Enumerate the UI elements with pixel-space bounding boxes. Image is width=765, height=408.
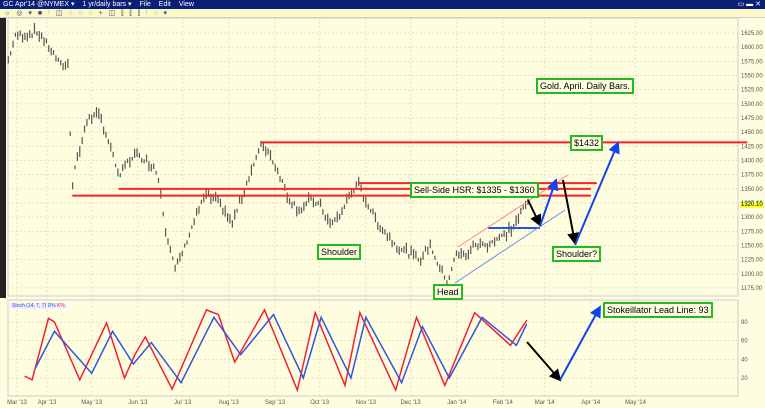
x-tick-label: Dec '13 — [400, 400, 421, 406]
left-scrollbar — [0, 18, 6, 298]
price-tick-label: 1350.00 — [741, 187, 763, 193]
price-tick-label: 1175.00 — [741, 286, 763, 292]
x-tick-label: Apr '13 — [38, 400, 57, 406]
price-tick-label: 1375.00 — [741, 173, 763, 179]
x-tick-label: May '14 — [625, 400, 646, 406]
price-tick-label: 1300.00 — [741, 215, 763, 221]
stoch-legend[interactable]: Stoch (14, 7, 7) D% K% — [10, 303, 67, 309]
x-tick-label: May '13 — [81, 400, 102, 406]
x-tick-label: Oct '13 — [310, 400, 329, 406]
hsr-label: Sell-Side HSR: $1335 - $1360 — [410, 182, 539, 198]
last-price-marker: 1320.10 — [740, 202, 764, 208]
price-tick-label: 1425.00 — [741, 144, 763, 150]
legend-k: K% — [57, 303, 65, 309]
price-tick-label: 1625.00 — [741, 31, 763, 37]
shoulder-question-label: Shoulder? — [552, 246, 602, 262]
price-tick-label: 1550.00 — [741, 74, 763, 80]
price-panel — [7, 17, 739, 297]
price-tick-label: 1225.00 — [741, 258, 763, 264]
head-label: Head — [433, 284, 463, 300]
legend-d: D% — [47, 303, 56, 309]
stoch-tick-label: 60 — [741, 339, 748, 345]
x-tick-label: Apr '14 — [581, 400, 600, 406]
stoch-tick-label: 80 — [741, 320, 748, 326]
x-tick-label: Sep '13 — [265, 400, 286, 406]
price-tick-label: 1400.00 — [741, 159, 763, 165]
price-tick-label: 1200.00 — [741, 272, 763, 278]
price-tick-label: 1475.00 — [741, 116, 763, 122]
x-tick-label: Mar '13 — [7, 400, 27, 406]
x-tick-label: Jan '14 — [447, 400, 467, 406]
stoch-title: Stoch (14, 7, 7) — [12, 303, 47, 309]
x-tick-label: Jun '13 — [128, 400, 148, 406]
x-tick-label: Mar '14 — [535, 400, 555, 406]
price-tick-label: 1575.00 — [741, 59, 763, 65]
stoch-tick-label: 40 — [741, 357, 748, 363]
x-tick-label: Nov '13 — [356, 400, 377, 406]
price-tick-label: 1450.00 — [741, 130, 763, 136]
x-tick-label: Feb '14 — [493, 400, 513, 406]
x-tick-label: Aug '13 — [219, 400, 240, 406]
price-tick-label: 1500.00 — [741, 102, 763, 108]
price-tick-label: 1250.00 — [741, 244, 763, 250]
chart-canvas: 1625.00 1600.00 1575.00 1550.00 1525.00 1500.… — [0, 17, 763, 406]
chart-title-label: Gold. April. Daily Bars. — [536, 78, 635, 94]
stoch-lead-label: Stokeillator Lead Line: 93 — [603, 302, 713, 318]
x-tick-label: Jul '13 — [174, 400, 192, 406]
price-tick-label: 1600.00 — [741, 45, 763, 51]
price-tick-label: 1275.00 — [741, 229, 763, 235]
target-label: $1432 — [570, 135, 604, 151]
price-tick-label: 1525.00 — [741, 88, 763, 94]
shoulder-label: Shoulder — [317, 244, 362, 260]
stoch-tick-label: 20 — [741, 376, 748, 382]
